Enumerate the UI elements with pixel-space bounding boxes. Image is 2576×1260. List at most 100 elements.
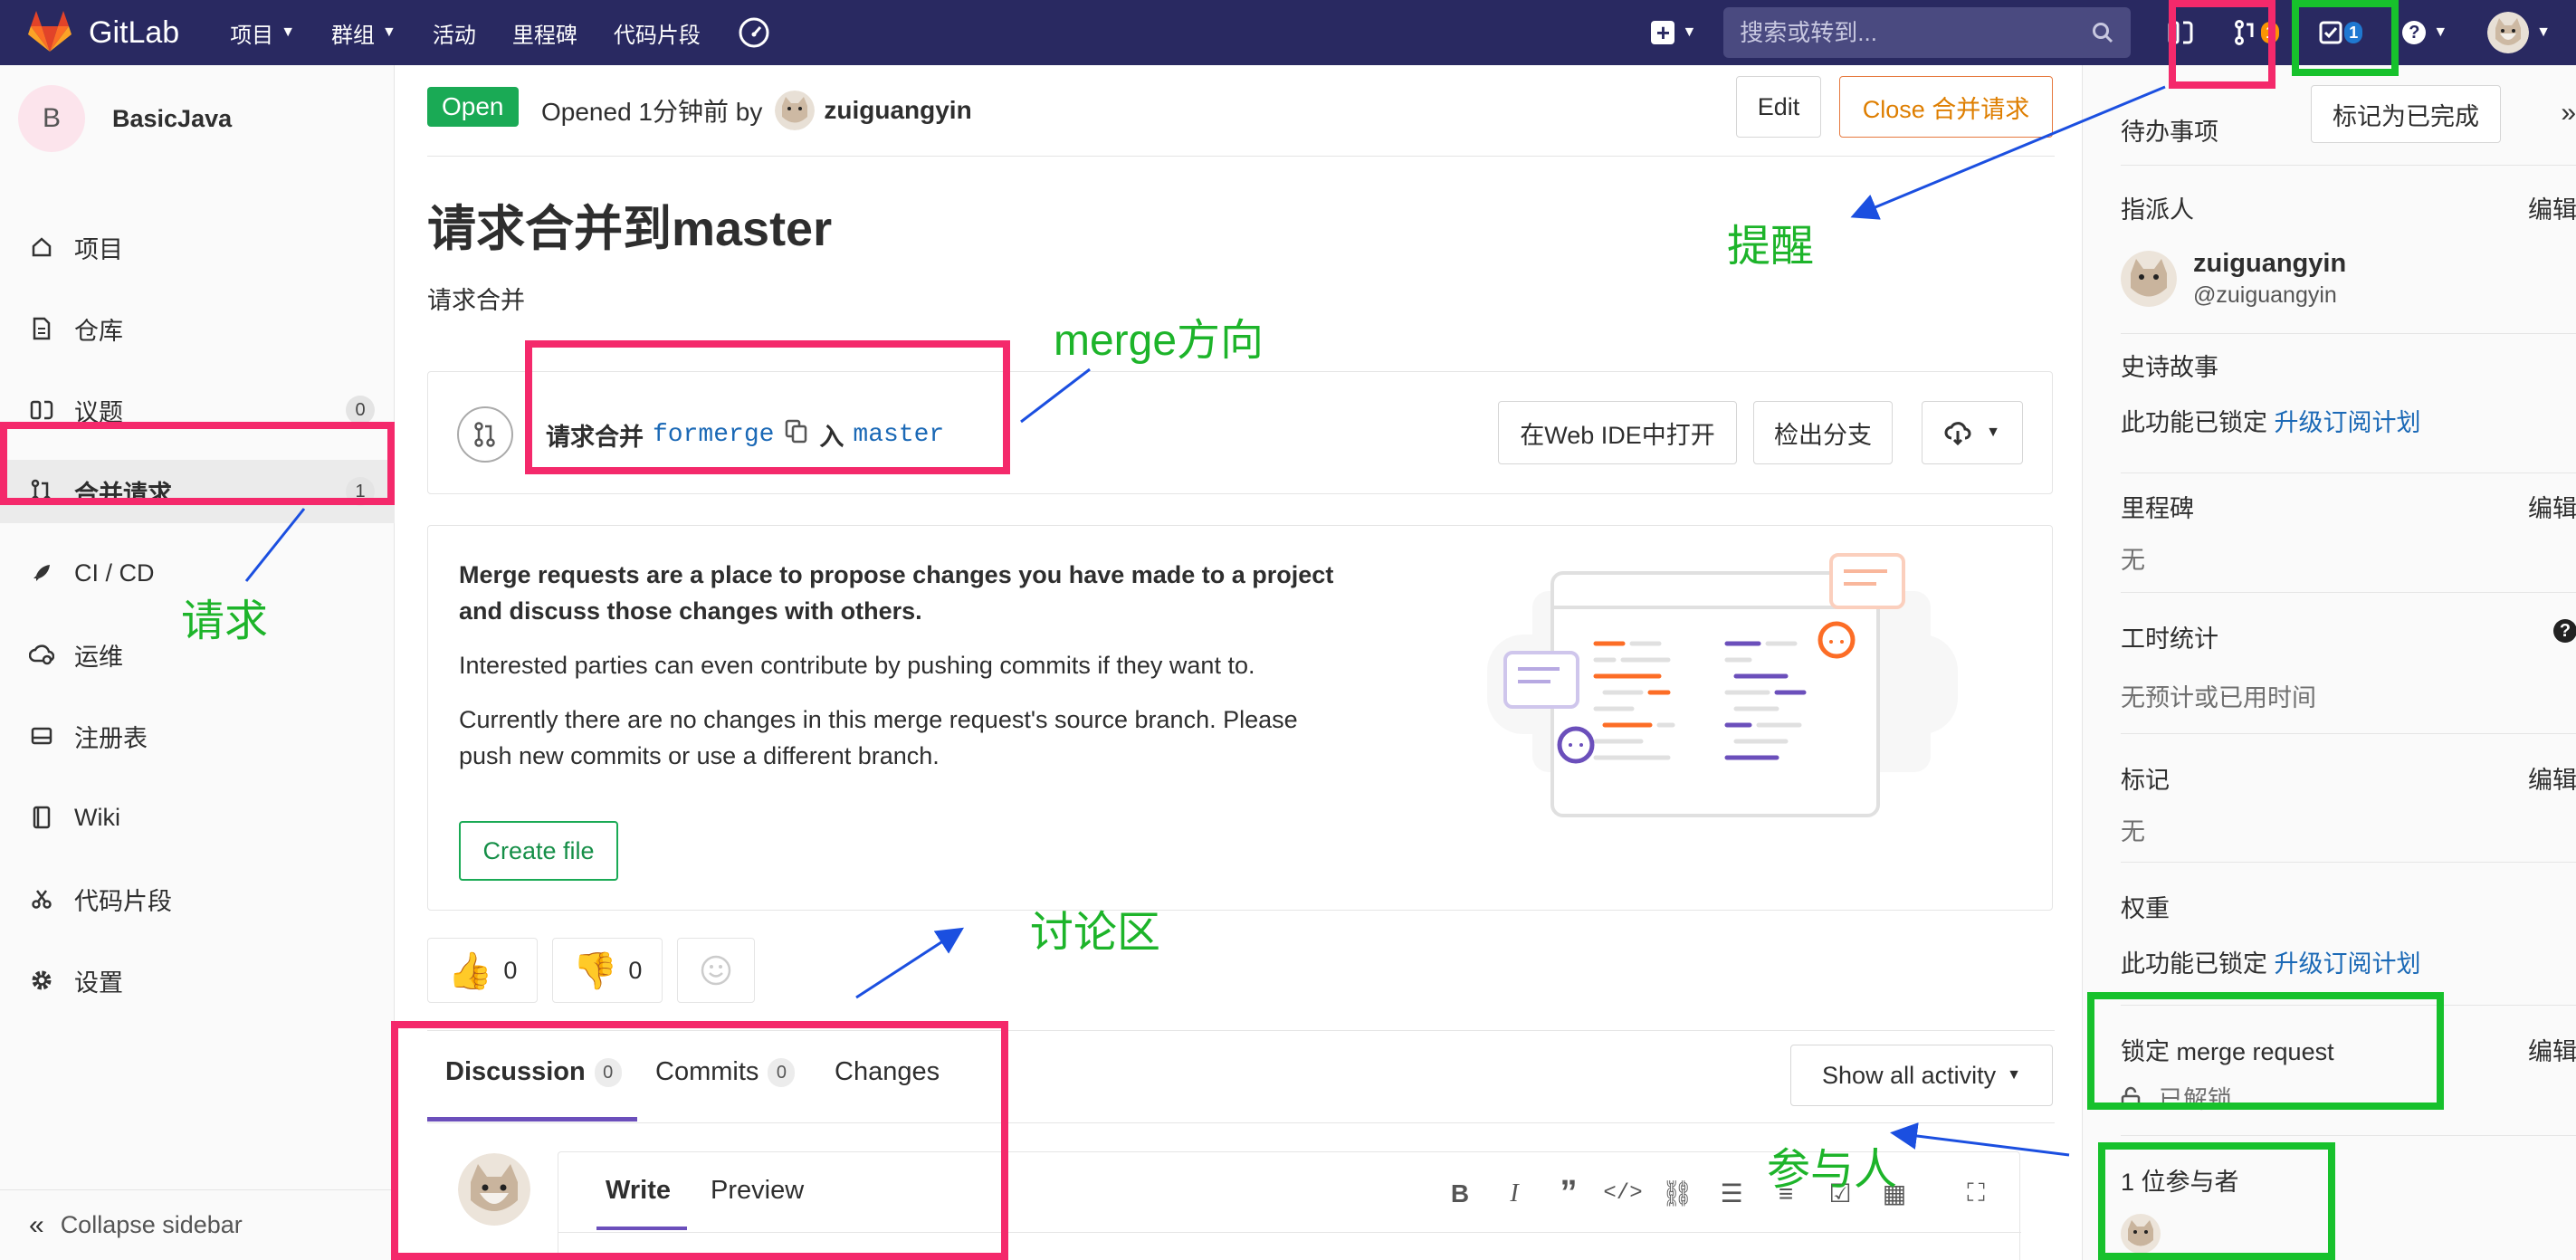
lock-edit-link[interactable]: 编辑: [2528, 1032, 2576, 1067]
sidebar-item-project[interactable]: 项目: [0, 215, 395, 279]
new-dropdown-button[interactable]: + ▼: [1651, 21, 1696, 44]
link-icon[interactable]: ⛓: [1650, 1179, 1704, 1208]
sidebar-item-label: 仓库: [74, 317, 123, 345]
todos-count-badge: 1: [2344, 22, 2363, 43]
nav-activity[interactable]: 活动: [433, 17, 476, 49]
branch-into: 入: [819, 424, 844, 451]
cloud-gear-icon: [29, 644, 54, 665]
tab-changes[interactable]: Changes: [835, 1057, 940, 1087]
merge-requests-count-badge: 1: [346, 477, 375, 506]
author-name[interactable]: zuiguangyin: [824, 96, 971, 125]
sidebar-item-label: 设置: [74, 969, 123, 997]
labels-section: 标记 编辑 无: [2083, 760, 2576, 847]
sidebar-item-snippets[interactable]: 代码片段: [0, 867, 395, 931]
bold-icon[interactable]: B: [1433, 1179, 1487, 1208]
question-circle-icon[interactable]: ?: [2553, 619, 2576, 643]
collapse-sidebar-label: Collapse sidebar: [60, 1211, 243, 1238]
help-dropdown-button[interactable]: ? ▼: [2402, 21, 2447, 44]
project-header[interactable]: B BasicJava: [0, 65, 394, 172]
chevron-down-icon: ▼: [2536, 24, 2551, 40]
nav-snippets[interactable]: 代码片段: [614, 17, 701, 49]
labels-edit-link[interactable]: 编辑: [2528, 760, 2576, 796]
fullscreen-icon[interactable]: ⛶: [1949, 1179, 2003, 1208]
bullet-list-icon[interactable]: ☰: [1704, 1179, 1759, 1208]
time-tracking-value: 无预计或已用时间: [2121, 684, 2316, 711]
edit-button[interactable]: Edit: [1736, 76, 1821, 138]
annotation-discussion: 讨论区: [1030, 909, 1161, 957]
todos-nav-button[interactable]: 1: [2319, 21, 2363, 44]
divider: [2121, 592, 2576, 593]
upgrade-plan-link[interactable]: 升级订阅计划: [2275, 950, 2421, 978]
gitlab-logo-icon: [28, 11, 72, 52]
sidebar-toggle-button[interactable]: [2167, 19, 2194, 46]
download-dropdown-button[interactable]: ▼: [1922, 401, 2023, 464]
create-file-button[interactable]: Create file: [459, 821, 618, 881]
sidebar-item-label: 代码片段: [74, 887, 172, 915]
add-reaction-button[interactable]: [677, 938, 755, 1003]
code-icon[interactable]: </>: [1596, 1181, 1650, 1206]
user-menu-button[interactable]: ▼: [2487, 12, 2551, 53]
tab-discussion[interactable]: Discussion 0: [445, 1057, 622, 1087]
assignee-title: 指派人: [2121, 196, 2194, 224]
empty-state-text: Merge requests are a place to propose ch…: [459, 557, 1364, 792]
tab-label: Commits: [655, 1057, 759, 1086]
assignee-user[interactable]: zuiguangyin @zuiguangyin: [2121, 249, 2576, 309]
tab-commits[interactable]: Commits 0: [655, 1057, 796, 1087]
active-editor-tab-indicator: [596, 1227, 687, 1230]
italic-icon[interactable]: I: [1487, 1179, 1541, 1208]
nav-projects[interactable]: 项目 ▼: [230, 17, 295, 49]
tab-count: 0: [594, 1057, 622, 1087]
nav-groups[interactable]: 群组 ▼: [331, 17, 396, 49]
time-tracking-section: 工时统计 ? 无预计或已用时间: [2083, 619, 2576, 713]
milestone-edit-link[interactable]: 编辑: [2528, 489, 2576, 524]
thumbs-up-icon: 👍: [447, 950, 493, 991]
checkout-branch-button[interactable]: 检出分支: [1753, 401, 1893, 464]
quote-icon[interactable]: ”: [1541, 1174, 1596, 1213]
source-branch-link[interactable]: formerge: [653, 421, 774, 449]
divider: [2121, 1005, 2576, 1006]
open-web-ide-button[interactable]: 在Web IDE中打开: [1498, 401, 1737, 464]
thumbs-up-award-button[interactable]: 👍 0: [427, 938, 538, 1003]
epic-title: 史诗故事: [2121, 354, 2218, 381]
milestone-section: 里程碑 编辑 无: [2083, 489, 2576, 576]
search-input[interactable]: [1740, 18, 2092, 47]
preview-tab[interactable]: Preview: [711, 1176, 804, 1206]
locked-text: 此功能已锁定: [2121, 409, 2267, 436]
sidebar-item-merge-requests[interactable]: 合并请求 1: [0, 460, 395, 523]
sidebar-item-wiki[interactable]: Wiki: [0, 786, 395, 849]
merge-requests-nav-button[interactable]: 1: [2234, 19, 2280, 46]
sidebar-item-settings[interactable]: 设置: [0, 949, 395, 1012]
collapse-sidebar-button[interactable]: « Collapse sidebar: [0, 1189, 395, 1260]
lock-title: 锁定 merge request: [2121, 1038, 2334, 1065]
admin-gauge-icon[interactable]: [737, 15, 771, 50]
right-sidebar: 待办事项 标记为已完成 » 指派人 编辑 zuiguangyin @zuigua…: [2082, 65, 2576, 1260]
mr-description: 请求合并: [427, 287, 525, 314]
empty-state-heading: Merge requests are a place to propose ch…: [459, 561, 1334, 625]
participant-avatar[interactable]: [2121, 1214, 2161, 1254]
branch-text: 请求合并 formerge 入 master: [546, 417, 944, 453]
search-box[interactable]: [1723, 7, 2132, 58]
activity-filter-dropdown[interactable]: Show all activity ▼: [1790, 1045, 2053, 1106]
close-merge-request-button[interactable]: Close 合并请求: [1839, 76, 2053, 138]
assignee-edit-link[interactable]: 编辑: [2528, 190, 2576, 225]
gitlab-brand[interactable]: GitLab: [27, 10, 179, 55]
weight-section: 权重 此功能已锁定 升级订阅计划: [2083, 889, 2576, 979]
target-branch-link[interactable]: master: [853, 421, 944, 449]
nav-projects-label: 项目: [230, 23, 274, 48]
author-avatar[interactable]: [775, 91, 816, 130]
sidebar-item-issues[interactable]: 议题 0: [0, 378, 395, 442]
upgrade-plan-link[interactable]: 升级订阅计划: [2275, 409, 2421, 436]
sidebar-item-label: 项目: [74, 235, 123, 263]
mark-done-button[interactable]: 标记为已完成: [2311, 85, 2501, 143]
write-tab[interactable]: Write: [606, 1176, 671, 1206]
nav-milestones[interactable]: 里程碑: [512, 17, 577, 49]
thumbs-down-award-button[interactable]: 👎 0: [552, 938, 663, 1003]
collapse-right-sidebar-icon[interactable]: »: [2561, 98, 2576, 129]
sidebar-item-registry[interactable]: 注册表: [0, 704, 395, 768]
sidebar-item-repository[interactable]: 仓库: [0, 297, 395, 360]
panel-toggle-icon: [2168, 21, 2193, 44]
divider: [2121, 733, 2576, 734]
copy-icon[interactable]: [785, 419, 808, 451]
tab-count: 0: [768, 1057, 796, 1087]
divider: [2121, 1135, 2576, 1136]
